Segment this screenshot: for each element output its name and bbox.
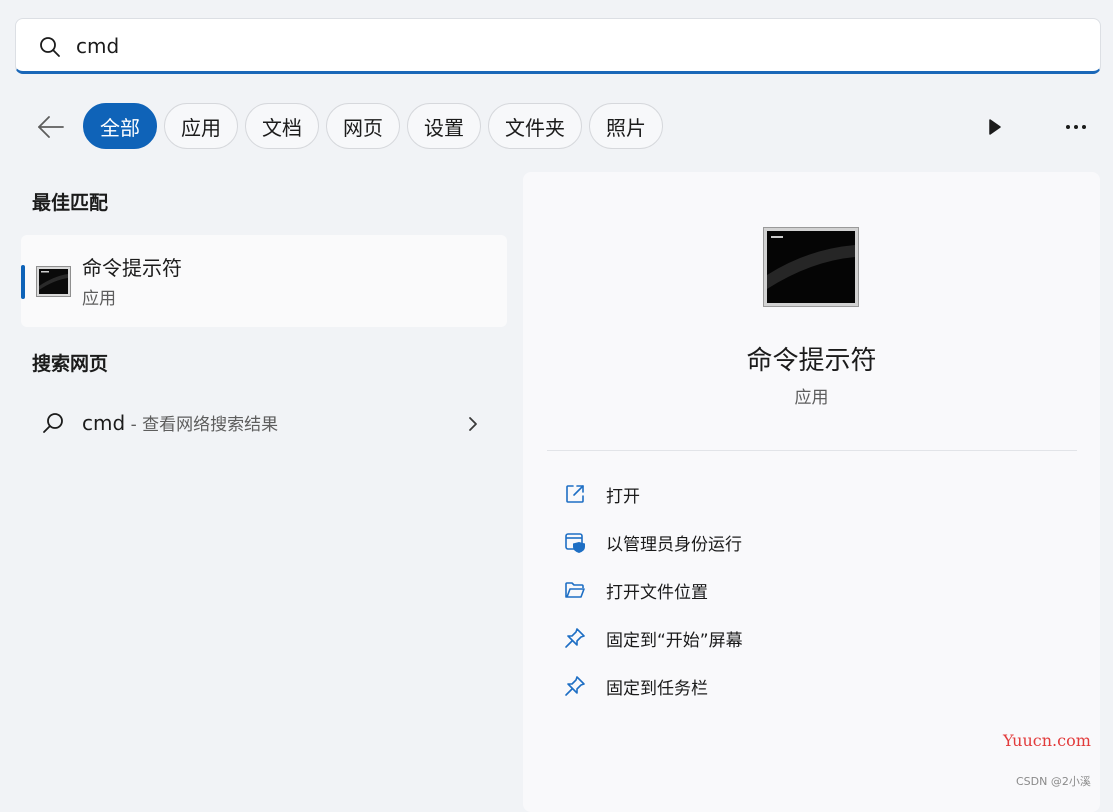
search-box[interactable]: [15, 18, 1101, 74]
terminal-icon: [36, 266, 71, 297]
chevron-right-icon[interactable]: [463, 414, 483, 434]
tab-apps[interactable]: 应用: [164, 103, 238, 149]
tab-photos[interactable]: 照片: [589, 103, 663, 149]
detail-panel: 命令提示符 应用 打开 以管理员身份运行 打开文件位置 固定到“开始”屏幕 固定…: [523, 172, 1100, 812]
web-search-icon: [43, 413, 63, 433]
web-search-suffix: - 查看网络搜索结果: [125, 415, 279, 435]
best-match-title: 最佳匹配: [32, 192, 109, 214]
selection-indicator: [21, 265, 25, 299]
detail-app-name: 命令提示符: [746, 346, 877, 376]
result-type: 应用: [82, 289, 116, 309]
divider: [547, 450, 1077, 451]
detail-app-type: 应用: [794, 388, 829, 408]
admin-shield-icon: [565, 533, 585, 553]
watermark-site: Yuucn.com: [1003, 731, 1091, 750]
result-name: 命令提示符: [82, 256, 182, 280]
pin-icon: [565, 676, 585, 696]
open-external-icon: [566, 485, 584, 503]
play-icon[interactable]: [982, 115, 1006, 139]
action-list: 打开 以管理员身份运行 打开文件位置 固定到“开始”屏幕 固定到任务栏: [553, 470, 1053, 710]
web-search-query: cmd: [82, 411, 126, 435]
action-open-file-location[interactable]: 打开文件位置: [553, 566, 1053, 614]
action-pin-to-start[interactable]: 固定到“开始”屏幕: [553, 614, 1053, 662]
tab-settings[interactable]: 设置: [407, 103, 481, 149]
tab-web[interactable]: 网页: [326, 103, 400, 149]
tab-all[interactable]: 全部: [83, 103, 157, 149]
action-label: 以管理员身份运行: [606, 535, 742, 555]
search-icon: [40, 37, 60, 57]
watermark-credit: CSDN @2小溪: [1016, 775, 1091, 788]
pin-icon: [565, 628, 585, 648]
action-label: 固定到任务栏: [606, 679, 708, 699]
action-pin-to-taskbar[interactable]: 固定到任务栏: [553, 662, 1053, 710]
web-search-text: cmd - 查看网络搜索结果: [82, 410, 278, 435]
filter-bar: 全部 应用 文档 网页 设置 文件夹 照片: [0, 100, 1113, 154]
action-label: 打开文件位置: [606, 583, 708, 603]
action-label: 固定到“开始”屏幕: [606, 631, 743, 651]
tab-folders[interactable]: 文件夹: [488, 103, 582, 149]
web-search-title: 搜索网页: [32, 353, 109, 375]
folder-icon: [565, 582, 585, 598]
tab-documents[interactable]: 文档: [245, 103, 319, 149]
back-arrow-icon[interactable]: [34, 110, 68, 144]
action-run-as-admin[interactable]: 以管理员身份运行: [553, 518, 1053, 566]
terminal-icon: [763, 227, 859, 307]
action-label: 打开: [606, 487, 640, 507]
search-input[interactable]: [76, 29, 976, 63]
action-open[interactable]: 打开: [553, 470, 1053, 518]
filter-tabs: 全部 应用 文档 网页 设置 文件夹 照片: [83, 103, 663, 149]
web-search-item[interactable]: cmd - 查看网络搜索结果: [21, 395, 507, 451]
more-options-icon[interactable]: [1060, 115, 1092, 139]
best-match-item[interactable]: 命令提示符 应用: [21, 235, 507, 327]
